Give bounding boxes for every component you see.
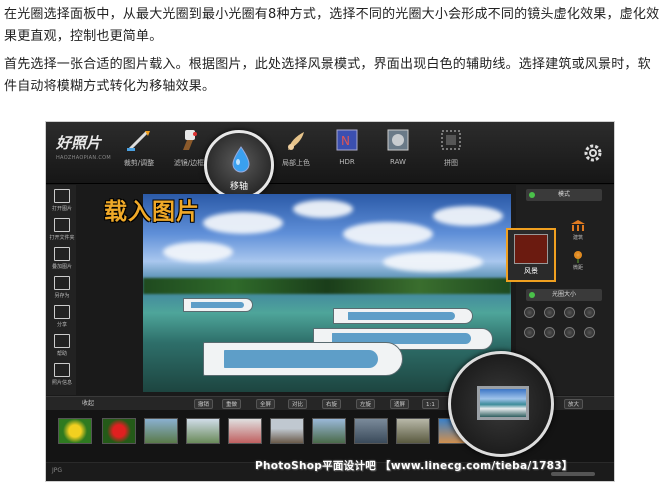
mode-macro[interactable]: 微距	[568, 249, 588, 271]
gear-icon[interactable]	[582, 142, 604, 164]
fullscreen-button[interactable]: 全屏	[256, 399, 276, 409]
sidebar-share[interactable]: 分享	[48, 305, 76, 335]
selected-thumbnail[interactable]	[477, 386, 529, 420]
tool-hdr[interactable]: N HDR	[322, 128, 372, 180]
tool-label: HDR	[339, 158, 355, 166]
svg-text:N: N	[341, 134, 350, 148]
thumbnail[interactable]	[186, 418, 220, 444]
building-icon	[571, 220, 585, 231]
info-icon	[54, 363, 70, 377]
left-sidebar: 打开图片 打开文件夹 叠加图片 另存为 分享 帮助 照片信息	[46, 185, 76, 395]
thumbnail[interactable]	[228, 418, 262, 444]
tool-crop-adjust[interactable]: 裁剪/调整	[114, 128, 164, 180]
mode-landscape-selected[interactable]: 风景	[506, 228, 556, 282]
tool-label: RAW	[390, 158, 406, 166]
flower-icon	[574, 251, 582, 263]
tool-tilt-shift[interactable]: 移轴	[204, 130, 274, 200]
aperture-option[interactable]	[584, 307, 595, 318]
aperture-option[interactable]	[564, 327, 575, 338]
tool-label: 局部上色	[282, 159, 310, 167]
tool-local-color[interactable]: 局部上色	[271, 128, 321, 180]
rotate-right-button[interactable]: 右旋	[322, 399, 342, 409]
sidebar-open-image[interactable]: 打开图片	[48, 189, 76, 219]
water-drop-icon	[232, 146, 250, 173]
thumbnail[interactable]	[58, 418, 92, 444]
sidebar-photo-info[interactable]: 照片信息	[48, 363, 76, 393]
aperture-option[interactable]	[524, 327, 535, 338]
aperture-option[interactable]	[544, 327, 555, 338]
zoom-in-button[interactable]: 放大	[564, 399, 584, 409]
thumbnail[interactable]	[354, 418, 388, 444]
aperture-header: 光圈大小	[526, 289, 602, 301]
aperture-option[interactable]	[564, 307, 575, 318]
hdr-icon: N	[336, 129, 358, 151]
tree-icon	[514, 234, 548, 264]
compare-button[interactable]: 对比	[288, 399, 308, 409]
watermark: PhotoShop平面设计吧 【www.linecg.com/tieba/178…	[255, 460, 573, 472]
article-paragraph-2: 首先选择一张合适的图片载入。根据图片，此处选择风景模式，界面出现白色的辅助线。选…	[4, 57, 651, 94]
logo-text: 好照片	[56, 134, 102, 152]
thumbnail[interactable]	[396, 418, 430, 444]
selected-thumbnail-magnifier[interactable]	[448, 351, 554, 457]
save-icon	[54, 276, 70, 290]
sidebar-open-folder[interactable]: 打开文件夹	[48, 218, 76, 248]
mode-header: 模式	[526, 189, 602, 201]
aperture-option[interactable]	[544, 307, 555, 318]
sidebar-save-as[interactable]: 另存为	[48, 276, 76, 306]
thumbnail[interactable]	[270, 418, 304, 444]
sidebar-help[interactable]: 帮助	[48, 334, 76, 364]
aperture-option[interactable]	[584, 327, 595, 338]
file-icon	[54, 189, 70, 203]
sidebar-overlay-image[interactable]: 叠加图片	[48, 247, 76, 277]
redo-button[interactable]: 重做	[222, 399, 242, 409]
help-icon	[54, 334, 70, 348]
mode-architecture[interactable]: 建筑	[568, 219, 588, 241]
plus-icon	[54, 247, 70, 261]
folder-play-icon	[54, 218, 70, 232]
overlay-heading: 载入图片	[104, 199, 200, 225]
color-brush-icon	[288, 132, 304, 150]
app-screenshot: 好照片 HAOZHAOPIAN.COM 裁剪/调整 滤镜/边框 局部上色 N H…	[45, 121, 615, 482]
crop-pen-icon	[127, 130, 150, 152]
tool-collage[interactable]: 拼图	[426, 128, 476, 180]
tool-label: 拼图	[444, 159, 458, 167]
collapse-button[interactable]: 收起	[82, 399, 94, 409]
top-toolbar: 好照片 HAOZHAOPIAN.COM 裁剪/调整 滤镜/边框 局部上色 N H…	[46, 122, 614, 184]
collage-icon	[441, 130, 461, 150]
app-logo: 好照片 HAOZHAOPIAN.COM	[56, 132, 116, 176]
tool-label: 裁剪/调整	[123, 159, 155, 167]
share-icon	[54, 305, 70, 319]
fit-screen-button[interactable]: 适屏	[390, 399, 410, 409]
brush-icon	[183, 130, 197, 150]
actual-size-button[interactable]: 1:1	[422, 399, 439, 409]
thumbnail[interactable]	[144, 418, 178, 444]
tool-raw[interactable]: RAW	[373, 128, 423, 180]
tool-label: 移轴	[229, 182, 248, 192]
undo-button[interactable]: 撤销	[194, 399, 214, 409]
logo-url: HAOZHAOPIAN.COM	[56, 155, 111, 161]
file-type-label: JPG	[52, 467, 63, 474]
thumbnail[interactable]	[102, 418, 136, 444]
rotate-left-button[interactable]: 左旋	[356, 399, 376, 409]
raw-icon	[387, 129, 409, 151]
article-paragraph-1: 在光圈选择面板中，从最大光圈到最小光圈有8种方式，选择不同的光圈大小会形成不同的…	[4, 7, 660, 44]
thumbnail[interactable]	[312, 418, 346, 444]
aperture-option[interactable]	[524, 307, 535, 318]
